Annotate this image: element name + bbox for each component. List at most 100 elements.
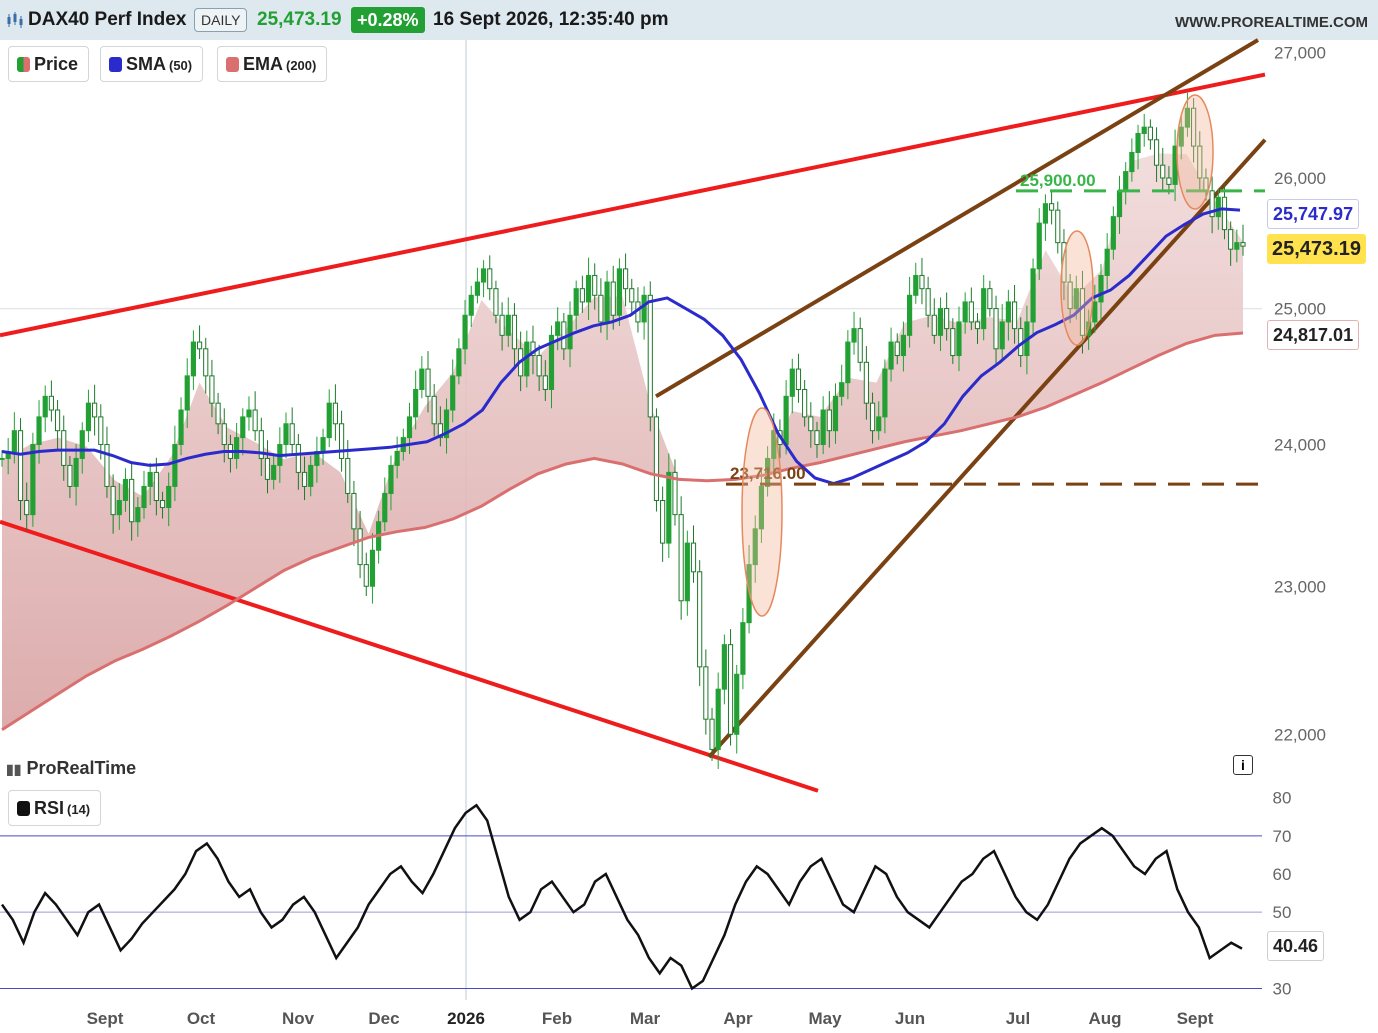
candle-body	[1116, 190, 1123, 218]
candle-body	[264, 457, 271, 480]
candle-body	[357, 528, 363, 566]
candle-body	[1166, 177, 1172, 185]
candle-body	[1049, 203, 1055, 211]
x-tick-label: Jun	[895, 1009, 925, 1028]
legend-ema[interactable]: EMA (200)	[217, 46, 328, 82]
ema-swatch	[226, 57, 239, 72]
info-icon[interactable]: i	[1233, 755, 1253, 775]
candle-body	[480, 268, 487, 283]
candle-body	[555, 321, 561, 336]
candle-body	[641, 294, 647, 323]
price-last-tag: 25,473.19	[1267, 234, 1366, 264]
candle-body	[616, 268, 622, 316]
candle-body	[468, 294, 474, 316]
candle-body	[104, 444, 110, 487]
candle-body	[727, 644, 734, 735]
candle-body	[913, 274, 919, 296]
candle-body	[190, 341, 196, 377]
candle-body	[42, 395, 48, 418]
candle-body	[234, 437, 240, 459]
candle-body	[505, 314, 511, 336]
legend-sma[interactable]: SMA (50)	[100, 46, 204, 82]
candle-body	[697, 571, 703, 668]
candle-body	[1141, 126, 1147, 134]
candle-body	[690, 542, 697, 573]
candle-body	[283, 423, 289, 446]
candle-body	[653, 416, 660, 501]
x-tick-label: Mar	[630, 1009, 661, 1028]
rsi-tick-label: 60	[1273, 865, 1292, 884]
candle-body	[351, 492, 357, 530]
candle-body	[1135, 132, 1141, 153]
candle-body	[141, 485, 147, 509]
candle-body	[1234, 242, 1240, 250]
x-tick-label: Sept	[87, 1009, 124, 1028]
candle-body	[85, 402, 92, 432]
legend-rsi-period: (14)	[67, 802, 91, 817]
candle-body	[413, 388, 419, 418]
highlight-ellipse	[741, 407, 783, 617]
candle-body	[73, 457, 79, 487]
candle-body	[178, 409, 184, 446]
rsi-tick-label: 70	[1273, 827, 1292, 846]
candle-body	[345, 457, 351, 494]
candle-body	[271, 464, 277, 480]
candle-body	[0, 457, 5, 460]
candle-body	[666, 471, 672, 544]
candle-body	[567, 314, 573, 350]
y-tick-label: 24,000	[1274, 436, 1326, 455]
candle-body	[604, 281, 610, 323]
candle-body	[1215, 196, 1221, 218]
candle-body	[981, 288, 987, 330]
candle-body	[962, 301, 968, 323]
candle-body	[869, 402, 876, 432]
candle-body	[900, 334, 907, 357]
candle-body	[888, 341, 894, 370]
legend-rsi-label: RSI	[34, 798, 65, 818]
candle-body	[956, 321, 962, 357]
prorealtime-logo: ▮▮ ProRealTime	[6, 758, 136, 779]
candle-body	[629, 288, 635, 303]
candle-body	[734, 673, 740, 735]
highlight-ellipse	[1060, 230, 1094, 346]
rsi-panel	[0, 803, 1262, 991]
candle-body	[425, 368, 431, 397]
x-tick-label: May	[808, 1009, 842, 1028]
candle-body	[647, 294, 653, 418]
candle-body	[98, 416, 104, 446]
candle-body	[944, 308, 950, 330]
candle-body	[474, 281, 480, 296]
candle-body	[159, 499, 166, 509]
y-tick-label: 22,000	[1274, 725, 1326, 744]
candle-body	[67, 464, 73, 487]
candle-body	[308, 464, 314, 487]
rsi-tick-label: 50	[1273, 903, 1292, 922]
candle-body	[1153, 139, 1160, 166]
candle-body	[1092, 301, 1098, 323]
candle-body	[740, 622, 746, 675]
candle-body	[937, 308, 944, 336]
y-tick-label: 27,000	[1274, 43, 1326, 62]
candle-body	[196, 341, 203, 350]
candle-body	[820, 409, 826, 446]
rsi-line	[0, 803, 1243, 991]
x-tick-label: Aug	[1088, 1009, 1121, 1028]
candle-body	[536, 355, 542, 377]
candle-body	[863, 361, 869, 404]
candle-body	[1036, 222, 1042, 270]
y-tick-label: 26,000	[1274, 169, 1326, 188]
candle-body	[802, 388, 808, 418]
candle-body	[684, 542, 690, 602]
candle-body	[907, 294, 913, 336]
candle-body	[660, 499, 666, 544]
candle-body	[1005, 301, 1011, 323]
legend-rsi[interactable]: RSI (14)	[8, 790, 102, 826]
candle-body	[221, 423, 227, 446]
chart-canvas[interactable]: 25,900.0023,716.00 Sept Oct Nov Dec 2026 Feb M…	[0, 0, 1378, 1033]
candle-body	[592, 274, 598, 296]
candle-body	[184, 375, 190, 411]
candle-body	[808, 416, 814, 432]
candle-body	[1129, 151, 1135, 173]
candle-body	[406, 416, 413, 439]
legend-price[interactable]: Price	[8, 46, 90, 82]
